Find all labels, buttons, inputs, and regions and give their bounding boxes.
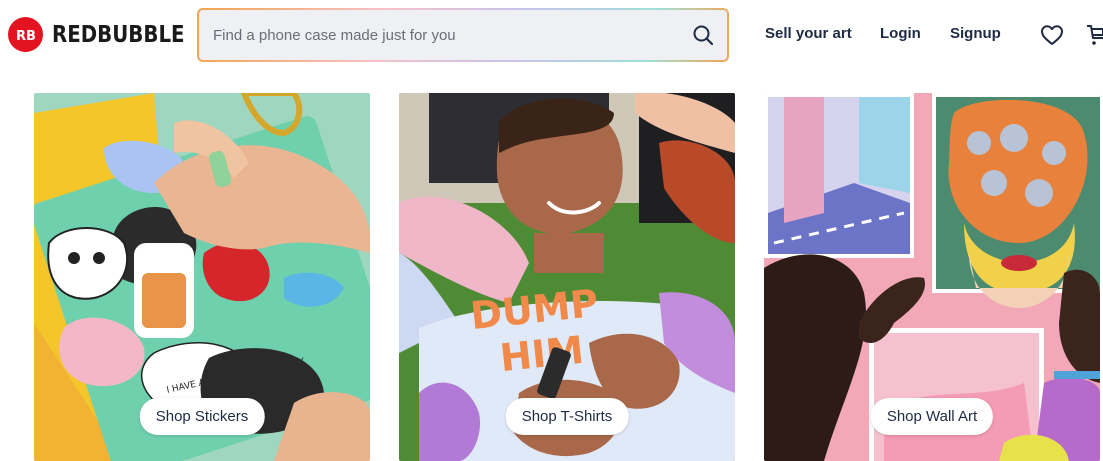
search-input[interactable] [199, 10, 679, 60]
search-bar [197, 8, 729, 62]
category-tile-stickers[interactable]: I HAVE A BUBBLY PERSONALITY Shop Sticker… [34, 93, 370, 461]
login-link[interactable]: Login [880, 25, 921, 42]
cart-icon [1087, 25, 1103, 45]
svg-text:HIM: HIM [498, 328, 586, 381]
site-header: RB REDBUBBLE Sell your art Login Signup [0, 0, 1103, 80]
brand-name: REDBUBBLE [52, 21, 185, 48]
search-field-wrapper [199, 10, 727, 60]
cart-button[interactable] [1086, 23, 1103, 52]
redbubble-logo-icon: RB [8, 17, 43, 52]
redbubble-logo[interactable]: RB REDBUBBLE [8, 17, 206, 52]
svg-text:RB: RB [16, 29, 36, 43]
category-tile-wall-art[interactable]: Shop Wall Art [764, 93, 1100, 461]
heart-icon [1041, 25, 1063, 45]
signup-link[interactable]: Signup [950, 25, 1001, 42]
shop-stickers-button[interactable]: Shop Stickers [139, 398, 265, 435]
category-tile-tshirts[interactable]: DUMP HIM Shop T-Shirts [399, 93, 735, 461]
wishlist-button[interactable] [1040, 24, 1064, 51]
search-icon [693, 25, 714, 46]
search-button[interactable] [679, 10, 727, 60]
shop-tshirts-button[interactable]: Shop T-Shirts [505, 398, 629, 435]
sell-your-art-link[interactable]: Sell your art [765, 25, 852, 42]
shop-wall-art-button[interactable]: Shop Wall Art [870, 398, 994, 435]
